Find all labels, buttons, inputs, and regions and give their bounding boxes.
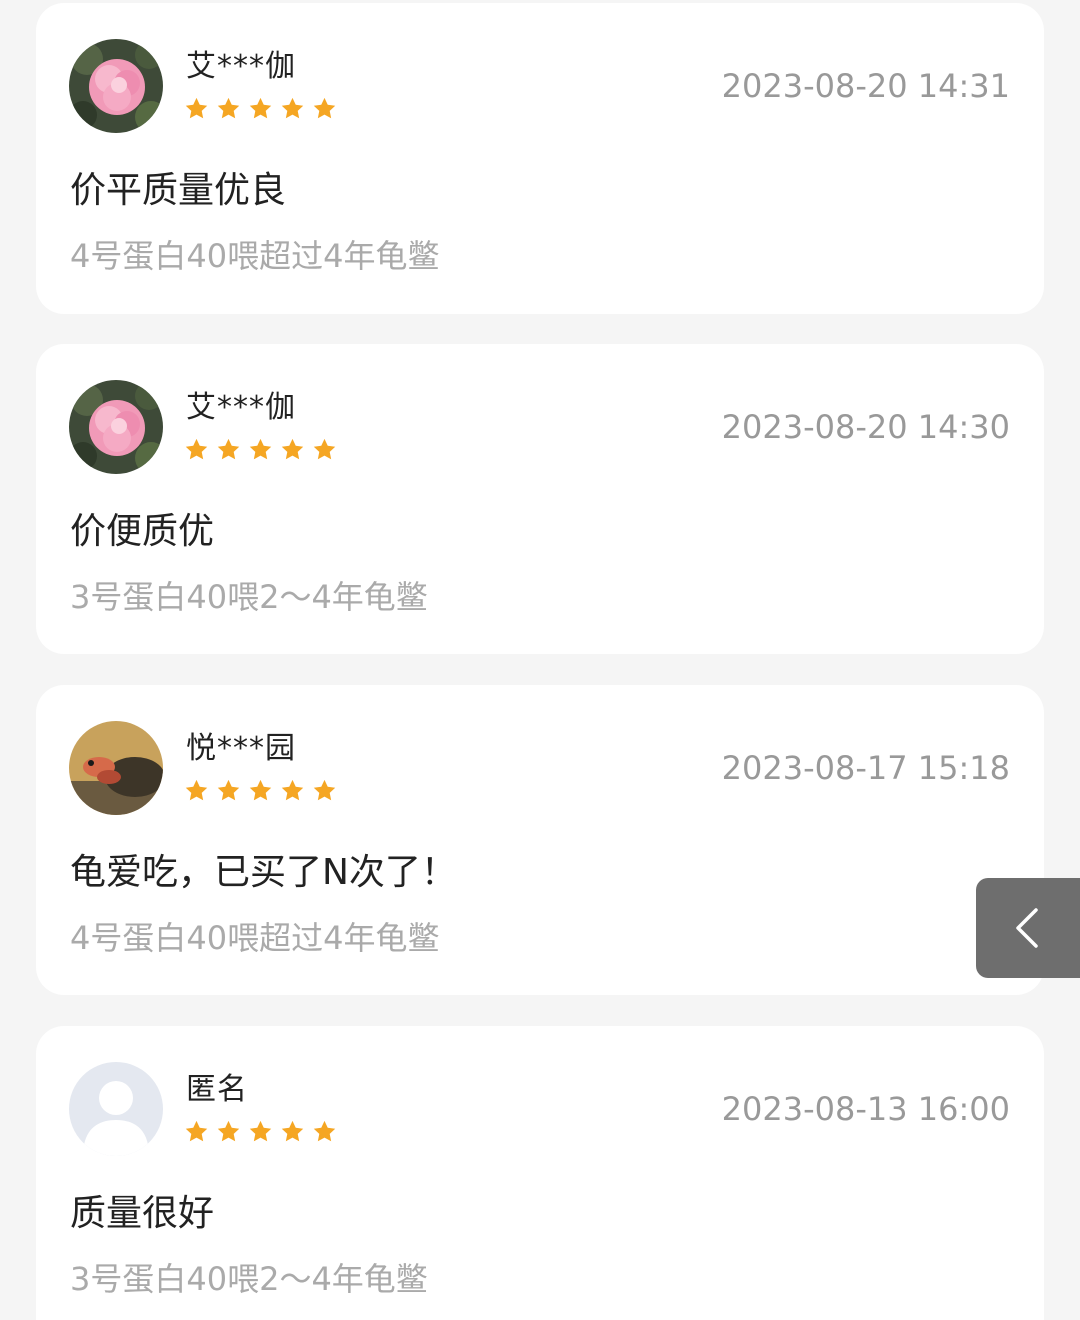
star-icon xyxy=(280,778,305,803)
star-icon xyxy=(216,437,241,462)
username: 悦***园 xyxy=(186,731,296,766)
star-icon xyxy=(248,1119,273,1144)
review-timestamp: 2023-08-20 14:30 xyxy=(721,408,1010,446)
star-icon xyxy=(216,778,241,803)
review-text: 龟爱吃，已买了N次了！ xyxy=(70,852,457,893)
star-icon xyxy=(312,96,337,121)
side-collapse-button[interactable] xyxy=(976,878,1080,978)
star-icon xyxy=(248,778,273,803)
username: 艾***伽 xyxy=(186,390,296,425)
product-variant: 3号蛋白40喂2～4年龟鳖 xyxy=(70,1260,428,1298)
chevron-left-icon xyxy=(1016,908,1038,948)
review-timestamp: 2023-08-17 15:18 xyxy=(721,749,1010,787)
star-rating xyxy=(184,434,337,464)
star-icon xyxy=(184,96,209,121)
avatar[interactable] xyxy=(69,39,163,133)
review-text: 价便质优 xyxy=(70,511,215,552)
review-card: 艾***伽 2023-08-20 14:31 价平质量优良 4号蛋白40喂超过4… xyxy=(36,3,1044,314)
review-text: 价平质量优良 xyxy=(70,170,287,211)
avatar[interactable] xyxy=(69,380,163,474)
pink-flower-avatar-icon xyxy=(69,380,163,474)
star-icon xyxy=(312,1119,337,1144)
product-variant: 3号蛋白40喂2～4年龟鳖 xyxy=(70,578,428,616)
star-icon xyxy=(184,1119,209,1144)
star-icon xyxy=(216,96,241,121)
pink-flower-avatar-icon xyxy=(69,39,163,133)
avatar[interactable] xyxy=(69,1062,163,1156)
star-icon xyxy=(216,1119,241,1144)
star-rating xyxy=(184,775,337,805)
username: 匿名 xyxy=(186,1072,248,1107)
default-user-avatar-icon xyxy=(69,1062,163,1156)
reviews-page: 艾***伽 2023-08-20 14:31 价平质量优良 4号蛋白40喂超过4… xyxy=(0,0,1080,1320)
star-rating xyxy=(184,1116,337,1146)
star-icon xyxy=(248,96,273,121)
avatar[interactable] xyxy=(69,721,163,815)
star-icon xyxy=(280,96,305,121)
product-variant: 4号蛋白40喂超过4年龟鳖 xyxy=(70,237,440,275)
star-rating xyxy=(184,93,337,123)
star-icon xyxy=(248,437,273,462)
star-icon xyxy=(280,437,305,462)
review-text: 质量很好 xyxy=(70,1193,215,1234)
star-icon xyxy=(184,437,209,462)
star-icon xyxy=(184,778,209,803)
review-card: 艾***伽 2023-08-20 14:30 价便质优 3号蛋白40喂2～4年龟… xyxy=(36,344,1044,654)
review-timestamp: 2023-08-13 16:00 xyxy=(721,1090,1010,1128)
review-card: 匿名 2023-08-13 16:00 质量很好 3号蛋白40喂2～4年龟鳖 xyxy=(36,1026,1044,1320)
star-icon xyxy=(280,1119,305,1144)
star-icon xyxy=(312,437,337,462)
review-card: 悦***园 2023-08-17 15:18 龟爱吃，已买了N次了！ 4号蛋白4… xyxy=(36,685,1044,995)
star-icon xyxy=(312,778,337,803)
product-variant: 4号蛋白40喂超过4年龟鳖 xyxy=(70,919,440,957)
turtle-avatar-icon xyxy=(69,721,163,815)
username: 艾***伽 xyxy=(186,49,296,84)
review-timestamp: 2023-08-20 14:31 xyxy=(721,67,1010,105)
